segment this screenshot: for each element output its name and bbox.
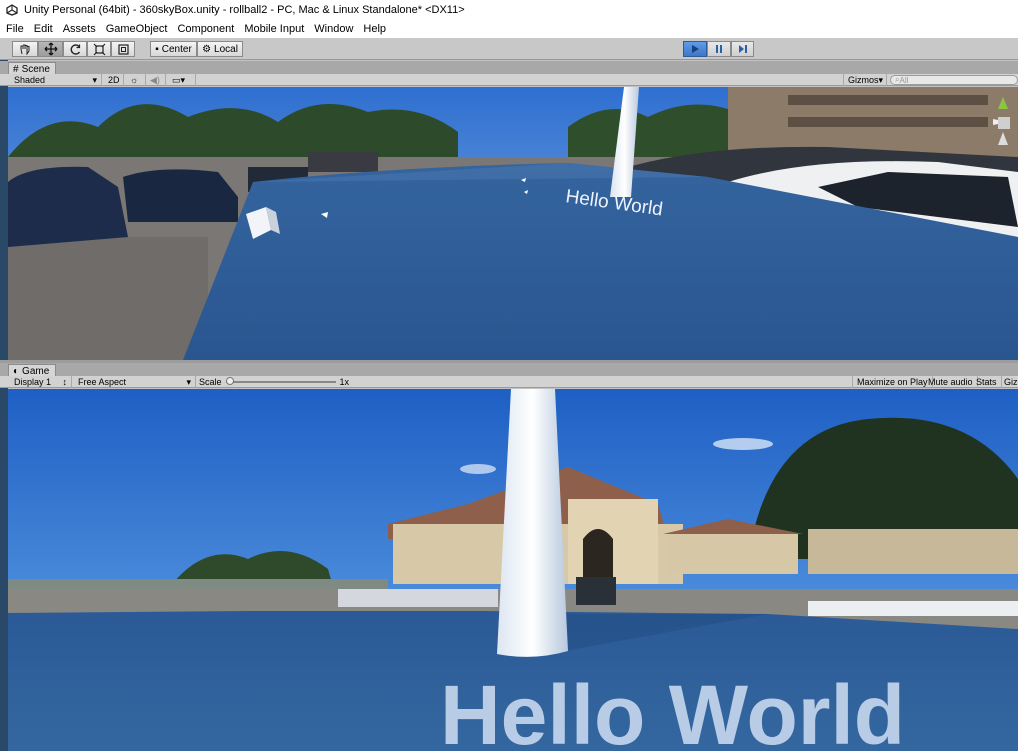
- pivot-center-toggle[interactable]: ▪ Center: [150, 41, 197, 57]
- menu-bar: File Edit Assets GameObject Component Mo…: [0, 20, 1018, 38]
- mode-2d-label: 2D: [108, 75, 120, 85]
- menu-window[interactable]: Window: [314, 23, 353, 35]
- local-rotation-icon: ⚙: [202, 43, 212, 55]
- scene-lighting-toggle[interactable]: ☼: [126, 74, 146, 86]
- scale-slider-track: [225, 381, 336, 383]
- game-tabstrip: ◐ Game: [0, 363, 1018, 377]
- search-placeholder: All: [899, 75, 909, 85]
- move-tool-button[interactable]: [38, 41, 63, 57]
- scale-tool-button[interactable]: [87, 41, 111, 57]
- stats-toggle[interactable]: Stats: [972, 376, 1002, 388]
- tab-game-label: Game: [22, 365, 50, 377]
- aspect-dropdown[interactable]: Free Aspect ▾: [74, 376, 196, 388]
- gizmos-dropdown[interactable]: Gizmos ▾: [843, 74, 887, 86]
- tab-scene-label: Scene: [21, 63, 50, 75]
- rotate-tool-button[interactable]: [63, 41, 87, 57]
- window-left-edge: [0, 60, 8, 751]
- menu-file[interactable]: File: [6, 23, 24, 35]
- scale-slider-thumb[interactable]: [225, 377, 234, 385]
- gizmos-label: Gizmos: [848, 75, 879, 85]
- dropdown-arrow-icon: ▾: [878, 74, 884, 85]
- sun-icon: ☼: [130, 75, 139, 85]
- game-control-bar: Display 1 ↕ Free Aspect ▾ Scale 1x Maxim…: [0, 376, 1018, 388]
- display-label: Display 1: [14, 377, 52, 387]
- pivot-local-label: Local: [214, 43, 238, 55]
- aspect-label: Free Aspect: [78, 377, 127, 387]
- scale-label: Scale: [199, 377, 222, 387]
- mode-2d-toggle[interactable]: 2D: [104, 74, 124, 86]
- pivot-local-toggle[interactable]: ⚙ Local: [197, 41, 243, 57]
- scene-control-bar: Shaded ▾ 2D ☼ ◀) ▭ ▾ Gizmos ▾ ⌕ All: [0, 74, 1018, 86]
- dropdown-arrow-icon: ▾: [186, 376, 191, 387]
- shading-mode-dropdown[interactable]: Shaded ▾: [10, 74, 102, 86]
- scene-render: Hello World: [8, 87, 1018, 360]
- mute-label: Mute audio: [928, 377, 973, 387]
- step-button[interactable]: [731, 41, 754, 57]
- pause-icon: [716, 45, 722, 53]
- speaker-icon: ◀): [150, 74, 160, 85]
- rect-tool-icon: [117, 43, 129, 55]
- maximize-on-play-toggle[interactable]: Maximize on Play: [852, 376, 933, 388]
- game-render: Hello World: [8, 389, 1018, 751]
- dropdown-arrow-icon: ▾: [92, 74, 97, 85]
- menu-mobile-input[interactable]: Mobile Input: [244, 23, 304, 35]
- window-title: Unity Personal (64bit) - 360skyBox.unity…: [24, 4, 465, 16]
- menu-gameobject[interactable]: GameObject: [106, 23, 168, 35]
- play-button[interactable]: [683, 41, 707, 57]
- scene-effects-dropdown[interactable]: ▭ ▾: [168, 74, 196, 86]
- play-icon: [692, 45, 699, 53]
- scale-slider[interactable]: [225, 376, 336, 388]
- pivot-center-label: Center: [161, 43, 192, 55]
- scale-control: Scale 1x: [199, 376, 349, 388]
- pause-button[interactable]: [707, 41, 731, 57]
- menu-help[interactable]: Help: [363, 23, 386, 35]
- window-titlebar: Unity Personal (64bit) - 360skyBox.unity…: [0, 0, 1018, 20]
- game-gizmos-label: Gizm: [1004, 377, 1018, 387]
- menu-edit[interactable]: Edit: [34, 23, 53, 35]
- rect-tool-button[interactable]: [111, 41, 135, 57]
- game-viewport[interactable]: Hello World: [8, 389, 1018, 751]
- dropdown-arrow-icon: ▾: [180, 74, 186, 85]
- menu-assets[interactable]: Assets: [63, 23, 96, 35]
- hand-tool-button[interactable]: [12, 41, 38, 57]
- game-controller-icon: ◐: [13, 365, 20, 377]
- scene-audio-toggle[interactable]: ◀): [146, 74, 166, 86]
- game-hello-world-text: Hello World: [440, 668, 905, 751]
- scene-search-input[interactable]: ⌕ All: [890, 75, 1018, 85]
- scene-grid-icon: #: [13, 63, 19, 75]
- hand-icon: [20, 44, 30, 55]
- scene-tabstrip: # Scene: [0, 61, 1018, 75]
- updown-arrow-icon: ↕: [62, 377, 68, 387]
- move-arrows-icon: [44, 42, 57, 56]
- menu-component[interactable]: Component: [177, 23, 234, 35]
- scene-viewport[interactable]: Hello World: [8, 87, 1018, 360]
- scale-icon: [93, 43, 105, 55]
- rotate-icon: [70, 43, 80, 55]
- main-toolbar: ▪ Center ⚙ Local: [0, 38, 1018, 60]
- game-gizmos-toggle[interactable]: Gizm: [1000, 376, 1018, 388]
- image-icon: ▭: [172, 74, 181, 85]
- maximize-label: Maximize on Play: [857, 377, 928, 387]
- display-dropdown[interactable]: Display 1 ↕: [10, 376, 72, 388]
- step-icon: [738, 45, 747, 53]
- scale-value: 1x: [339, 377, 350, 387]
- stats-label: Stats: [976, 377, 997, 387]
- pivot-center-icon: ▪: [155, 43, 159, 55]
- shading-mode-label: Shaded: [14, 75, 46, 85]
- mute-audio-toggle[interactable]: Mute audio: [924, 376, 978, 388]
- unity-logo-icon: [6, 4, 18, 16]
